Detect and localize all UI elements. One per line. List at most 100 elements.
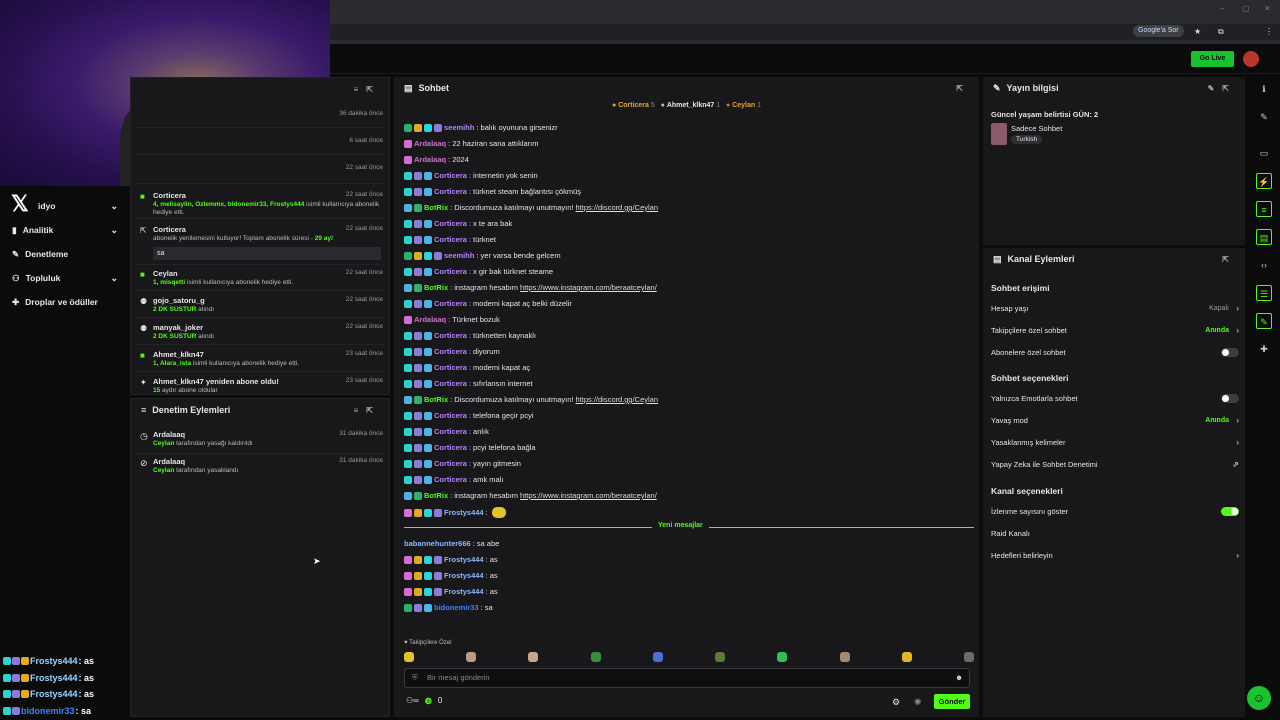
chat-username[interactable]: Corticera <box>434 219 467 228</box>
chat-username[interactable]: Frostys444 <box>444 571 484 580</box>
popout-icon[interactable]: ⇱ <box>1222 255 1237 264</box>
emote[interactable] <box>466 652 477 662</box>
followers-only-row[interactable]: Takipçilere özel sohbet Anında › <box>991 326 1239 335</box>
bookmark-star-icon[interactable]: ★ <box>1194 27 1201 36</box>
google-ask-button[interactable]: Google'a Sor <box>1133 25 1184 37</box>
chat-username[interactable]: Corticera <box>434 443 467 452</box>
emote[interactable] <box>652 652 663 662</box>
wrench-icon[interactable]: ✎ <box>1256 313 1272 329</box>
browser-menu-icon[interactable]: ⋮ <box>1265 27 1273 36</box>
chat-username[interactable]: Corticera <box>434 459 467 468</box>
chat-username[interactable]: Corticera <box>434 331 467 340</box>
chat-username[interactable]: seemihh <box>444 123 474 132</box>
activity-user[interactable]: manyak_joker <box>153 323 203 332</box>
chat-icon[interactable]: ▤ <box>1256 229 1272 245</box>
chat-username[interactable]: Corticera <box>434 379 467 388</box>
chat-username[interactable]: seemihh <box>444 251 474 260</box>
emote[interactable] <box>715 652 726 662</box>
emote[interactable] <box>528 652 539 662</box>
chat-username[interactable]: Corticera <box>434 475 467 484</box>
subs-only-toggle[interactable] <box>1221 348 1239 357</box>
chat-username[interactable]: Frostys444 <box>444 555 484 564</box>
lightning-icon[interactable]: ⚡ <box>1256 173 1272 189</box>
emote[interactable] <box>839 652 850 662</box>
close-window-icon[interactable]: ✕ <box>1264 4 1271 13</box>
chat-username[interactable]: bidonemir33 <box>434 603 479 612</box>
chat-username[interactable]: BotRix <box>424 491 448 500</box>
top-gifter[interactable]: Corticera <box>618 102 649 109</box>
chat-link[interactable]: https://discord.gg/Ceylan <box>575 203 658 212</box>
emote[interactable] <box>963 652 974 662</box>
gear-icon[interactable]: ⚙ <box>892 697 900 708</box>
points-icon[interactable]: ◍ <box>425 696 432 705</box>
sidebar-item-community[interactable]: ⚇ Topluluk ⌄ <box>12 271 118 285</box>
chat-username[interactable]: Ardalaaq <box>414 139 446 148</box>
chat-link[interactable]: https://www.instagram.com/beraatceylan/ <box>520 491 657 500</box>
puzzle-icon[interactable]: ✚ <box>1256 341 1272 357</box>
activity-user[interactable]: gojo_satoru_g <box>153 296 205 305</box>
info-icon[interactable]: ℹ <box>1256 81 1272 97</box>
settings-extra-icon[interactable]: ✺ <box>914 697 922 708</box>
video-icon[interactable]: ▭ <box>1256 145 1272 161</box>
activity-user[interactable]: Corticera <box>153 191 186 200</box>
go-live-button[interactable]: Go Live <box>1191 51 1234 67</box>
ai-moderation-row[interactable]: Yapay Zeka ile Sohbet Denetimi ⇗ <box>991 460 1239 469</box>
chat-link[interactable]: https://discord.gg/Ceylan <box>575 395 658 404</box>
emoji-icon[interactable]: ☻ <box>955 669 963 687</box>
chat-username[interactable]: Corticera <box>434 171 467 180</box>
send-button[interactable]: Gönder <box>934 694 970 709</box>
chat-username[interactable]: Corticera <box>434 427 467 436</box>
panel-tools[interactable]: ≡⇱ <box>354 85 381 94</box>
user-avatar[interactable] <box>1243 51 1259 67</box>
emote[interactable] <box>901 652 912 662</box>
activity-user[interactable]: Ceylan <box>153 269 178 278</box>
top-gifter[interactable]: Ahmet_klkn47 <box>667 102 714 109</box>
chat-username[interactable]: Frostys444 <box>444 587 484 596</box>
chat-username[interactable]: BotRix <box>424 203 448 212</box>
code-icon[interactable]: ‹› <box>1256 257 1272 273</box>
emote[interactable] <box>404 652 414 662</box>
chat-link[interactable]: https://www.instagram.com/beraatceylan/ <box>520 283 657 292</box>
activity-user[interactable]: Ahmet_klkn47 <box>153 350 204 359</box>
chat-username[interactable]: Ardalaaq <box>414 155 446 164</box>
chat-input[interactable]: ⛨ Bir mesaj gönderin ☻ <box>404 668 970 688</box>
account-age-row[interactable]: Hesap yaşı Kapalı › <box>991 304 1239 313</box>
chat-username[interactable]: babannehunter666 <box>404 539 471 548</box>
chat-username[interactable]: Frostys444 <box>444 508 484 517</box>
maximize-icon[interactable]: ▢ <box>1242 4 1250 13</box>
sliders-icon[interactable]: ☰ <box>1256 285 1272 301</box>
minimize-icon[interactable]: – <box>1220 4 1224 13</box>
chat-username[interactable]: Corticera <box>434 187 467 196</box>
help-chat-icon[interactable]: ☺ <box>1247 686 1271 710</box>
goals-row[interactable]: Hedefleri belirleyin › <box>991 551 1239 560</box>
emote[interactable] <box>590 652 601 662</box>
list-icon[interactable]: ≡ <box>1256 201 1272 217</box>
chat-username[interactable]: Corticera <box>434 235 467 244</box>
sidebar-item-moderation[interactable]: ✎ Denetleme <box>12 247 118 261</box>
chat-username[interactable]: BotRix <box>424 283 448 292</box>
chat-username[interactable]: BotRix <box>424 395 448 404</box>
slow-mode-row[interactable]: Yavaş mod Anında › <box>991 416 1239 425</box>
popout-icon[interactable]: ⇱ <box>956 84 971 93</box>
mod-log-user[interactable]: Ardalaaq <box>153 457 185 466</box>
chat-username[interactable]: Corticera <box>434 347 467 356</box>
activity-user[interactable]: Ahmet_klkn47 yeniden abone oldu! <box>153 377 279 386</box>
panel-tools[interactable]: ≡⇱ <box>354 406 381 415</box>
top-gifter[interactable]: Ceylan <box>732 102 755 109</box>
emotes-only-toggle[interactable] <box>1221 394 1239 403</box>
chat-username[interactable]: Corticera <box>434 299 467 308</box>
mod-log-user[interactable]: Ardalaaq <box>153 430 185 439</box>
raid-channel-row[interactable]: Raid Kanalı <box>991 529 1239 538</box>
activity-user[interactable]: Corticera <box>153 225 186 234</box>
pencil-icon[interactable]: ✎ <box>1256 109 1272 125</box>
banned-words-row[interactable]: Yasaklanmış kelimeler › <box>991 438 1239 447</box>
show-viewers-toggle[interactable] <box>1221 507 1239 516</box>
extensions-icon[interactable]: ⧉ <box>1218 27 1224 37</box>
sidebar-item-analytics[interactable]: ▮ Analitik ⌄ <box>12 223 118 237</box>
chat-username[interactable]: Corticera <box>434 267 467 276</box>
emote[interactable] <box>777 652 788 662</box>
chat-username[interactable]: Ardalaaq <box>414 315 446 324</box>
chat-username[interactable]: Corticera <box>434 411 467 420</box>
stream-category[interactable]: Sadece Sohbet <box>1011 124 1062 133</box>
sidebar-item-video[interactable]: idyo ⌄ <box>38 199 118 213</box>
